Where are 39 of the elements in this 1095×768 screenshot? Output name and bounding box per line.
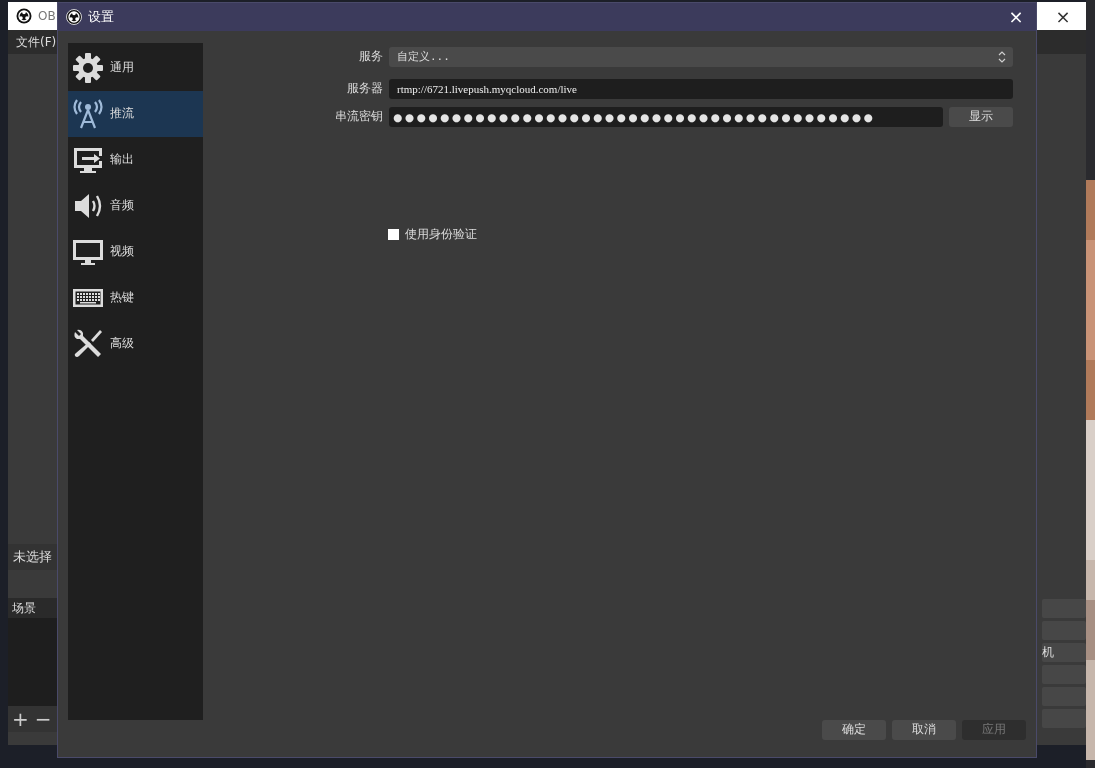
show-button[interactable]: 显示	[949, 106, 1013, 127]
panel-button[interactable]	[1042, 621, 1086, 640]
sidebar-item[interactable]: 高级	[68, 320, 203, 367]
checkbox-label: 使用身份验证	[405, 225, 477, 243]
sidebar-item[interactable]: 热键	[68, 274, 203, 321]
sidebar-item[interactable]: 视频	[68, 228, 203, 275]
panel-button[interactable]	[1042, 687, 1086, 706]
stream-key-field[interactable]: ●●●●●●●●●●●●●●●●●●●●●●●●●●●●●●●●●●●●●●●●●	[389, 106, 943, 127]
logo-icon	[66, 8, 82, 25]
toolbar-button[interactable]: +	[12, 709, 29, 729]
dock-title: 场景	[12, 599, 36, 617]
panel-button[interactable]: 机	[1042, 643, 1086, 662]
dialog-button[interactable]: 确定	[822, 719, 886, 740]
spinner-icon	[997, 49, 1007, 64]
sidebar-item[interactable]: 音频	[68, 182, 203, 229]
toolbar-button[interactable]: −	[34, 709, 52, 729]
sidebar-item[interactable]: 输出	[68, 136, 203, 183]
close-button[interactable]: ×	[1048, 5, 1078, 27]
server-field[interactable]: rtmp://6721.livepush.myqcloud.com/live	[389, 78, 1013, 99]
panel-button[interactable]	[1042, 599, 1086, 618]
dialog-button[interactable]: 取消	[892, 719, 956, 740]
sidebar-item[interactable]: 通用	[68, 44, 203, 91]
field-label: 串流密钥	[334, 108, 383, 126]
antenna-icon	[72, 97, 104, 130]
dialog-title: 设置	[88, 7, 114, 26]
window-title: OB	[38, 9, 56, 23]
tools-icon	[72, 327, 104, 360]
menu-item[interactable]: 文件(F)	[16, 33, 57, 51]
field-label: 服务器	[346, 80, 383, 98]
field-label: 服务	[358, 48, 383, 66]
logo-icon	[16, 8, 32, 24]
gear-icon	[72, 51, 104, 84]
sidebar-item[interactable]: 推流	[68, 90, 203, 137]
panel-button[interactable]	[1042, 709, 1086, 728]
checkbox[interactable]	[388, 228, 399, 240]
service-dropdown[interactable]: 自定义...	[389, 46, 1013, 67]
source-label: 未选择	[13, 548, 52, 566]
close-button[interactable]: ×	[1004, 6, 1028, 28]
panel-button[interactable]	[1042, 665, 1086, 684]
